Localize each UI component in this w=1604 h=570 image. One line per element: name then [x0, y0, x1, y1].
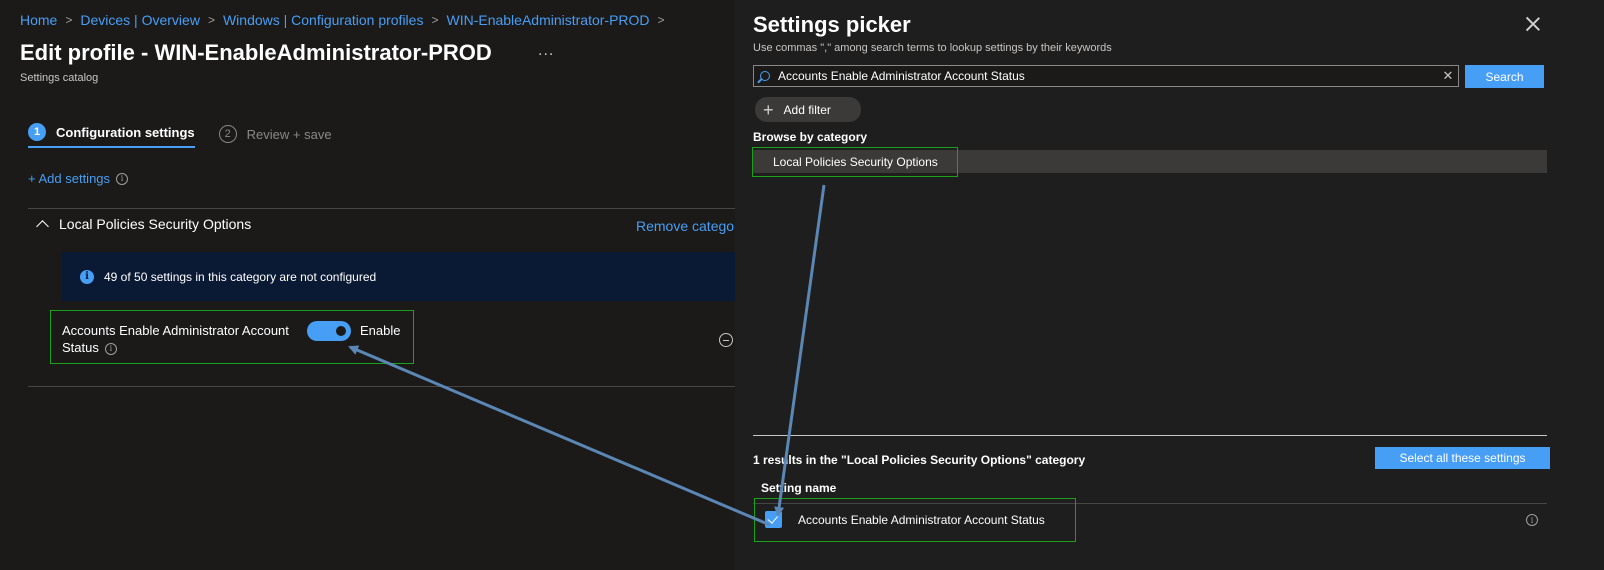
category-header[interactable]: Local Policies Security Options — [36, 216, 252, 233]
wizard-steps: 1 Configuration settings 2 Review + save — [28, 120, 332, 148]
table-row[interactable]: Accounts Enable Administrator Account St… — [753, 505, 1547, 535]
remove-setting-icon[interactable] — [719, 333, 733, 347]
info-banner: i 49 of 50 settings in this category are… — [62, 252, 738, 301]
breadcrumb-configuration-profiles[interactable]: Windows | Configuration profiles — [223, 12, 424, 28]
search-value: Accounts Enable Administrator Account St… — [778, 69, 1025, 83]
enable-toggle[interactable] — [307, 321, 351, 341]
clear-search-icon[interactable]: ✕ — [1438, 68, 1458, 84]
more-options-button[interactable]: ... — [538, 42, 554, 60]
toggle-label: Enable — [360, 323, 401, 338]
page-title: Edit profile - WIN-EnableAdministrator-P… — [20, 40, 492, 65]
breadcrumb-home[interactable]: Home — [20, 12, 57, 28]
add-settings-label: + Add settings — [28, 171, 111, 186]
search-icon — [760, 71, 770, 81]
category-name: Local Policies Security Options — [59, 216, 252, 232]
chevron-right-icon: > — [207, 13, 215, 27]
step-review-save[interactable]: 2 Review + save — [218, 121, 332, 147]
divider — [753, 503, 1547, 504]
result-setting-name: Accounts Enable Administrator Account St… — [798, 513, 1045, 527]
breadcrumb-profile[interactable]: WIN-EnableAdministrator-PROD — [446, 12, 649, 28]
step-number: 2 — [218, 125, 237, 143]
browse-by-category-heading: Browse by category — [753, 130, 868, 144]
setting-label: Accounts Enable Administrator Account St… — [62, 322, 302, 356]
chevron-right-icon: > — [431, 13, 439, 27]
step-number: 1 — [28, 123, 46, 141]
info-icon[interactable]: i — [116, 172, 129, 185]
add-filter-label: Add filter — [783, 102, 831, 117]
divider — [28, 386, 738, 387]
remove-category-link[interactable]: Remove category — [636, 218, 746, 234]
step-label: Configuration settings — [56, 124, 195, 140]
divider — [28, 208, 738, 209]
chevron-right-icon: > — [65, 13, 73, 27]
page-subtitle: Settings catalog — [20, 72, 99, 84]
info-icon: i — [80, 269, 94, 284]
add-settings-link[interactable]: + Add settings i — [28, 171, 129, 186]
toggle-knob — [336, 326, 346, 336]
step-configuration-settings[interactable]: 1 Configuration settings — [28, 120, 195, 148]
column-header-setting-name[interactable]: Setting name — [761, 481, 836, 495]
chevron-up-icon — [36, 220, 49, 233]
settings-picker-panel: Settings picker Use commas "," among sea… — [735, 0, 1604, 570]
breadcrumb: Home > Devices | Overview > Windows | Co… — [20, 12, 673, 28]
close-icon[interactable] — [1525, 16, 1541, 32]
picker-subtitle: Use commas "," among search terms to loo… — [753, 42, 1112, 54]
category-list-item[interactable]: Local Policies Security Options — [753, 150, 1547, 173]
breadcrumb-devices-overview[interactable]: Devices | Overview — [80, 12, 200, 28]
add-filter-button[interactable]: + Add filter — [755, 97, 861, 122]
info-banner-text: 49 of 50 settings in this category are n… — [104, 269, 377, 284]
info-icon[interactable]: i — [104, 342, 117, 355]
plus-icon: + — [763, 99, 774, 120]
info-icon[interactable]: i — [1526, 514, 1538, 526]
results-summary: 1 results in the "Local Policies Securit… — [753, 453, 1086, 467]
divider — [753, 435, 1547, 436]
step-label: Review + save — [246, 126, 332, 142]
chevron-right-icon: > — [657, 13, 665, 27]
search-button[interactable]: Search — [1465, 65, 1544, 88]
setting-name: Accounts Enable Administrator Account St… — [62, 323, 289, 355]
picker-title: Settings picker — [753, 12, 911, 37]
setting-checkbox[interactable] — [765, 511, 782, 528]
select-all-button[interactable]: Select all these settings — [1375, 447, 1550, 469]
search-input[interactable]: Accounts Enable Administrator Account St… — [753, 65, 1459, 87]
edit-profile-pane: Home > Devices | Overview > Windows | Co… — [0, 0, 750, 570]
